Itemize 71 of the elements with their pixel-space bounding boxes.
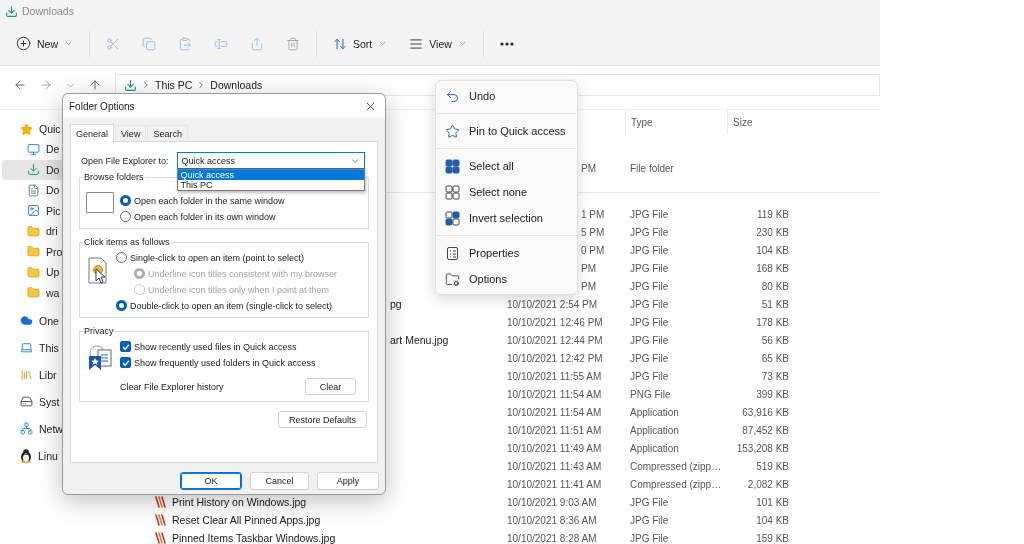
date-modified: 10/10/2021 11:54 AM: [507, 406, 602, 418]
file-type: JPG File: [630, 514, 669, 526]
file-size: 51 KB: [761, 298, 789, 310]
file-type: File folder: [630, 162, 674, 174]
file-type: JPG File: [630, 262, 669, 274]
date-modified: 10/10/2021 12:42 PM: [507, 352, 603, 364]
date-modified: 10/10/2021 11:41 AM: [507, 478, 602, 490]
file-type: JPG File: [630, 532, 669, 544]
file-type: Application: [630, 442, 679, 454]
file-name: pg: [390, 298, 402, 310]
file-size: 178 KB: [756, 316, 789, 328]
date-modified: 10/10/2021 11:43 AM: [507, 460, 602, 472]
file-type: JPG File: [630, 280, 669, 292]
field-label: Open File Explorer to:: [81, 155, 169, 166]
file-size: 168 KB: [756, 262, 789, 274]
date-modified: 10/10/2021 8:28 AM: [507, 532, 597, 544]
file-size: 63,916 KB: [742, 406, 789, 418]
file-name: Print History on Windows.jpg: [172, 496, 307, 508]
group-title: Privacy: [83, 326, 115, 336]
file-size: 87,452 KB: [742, 424, 789, 436]
group-title: Browse folders: [83, 172, 145, 182]
date-modified: 10/10/2021 9:03 AM: [507, 496, 597, 508]
file-type: PNG File: [630, 388, 671, 400]
file-type: JPG File: [630, 316, 669, 328]
date-modified: 10/10/2021 11:49 AM: [507, 442, 602, 454]
date-modified: PM: [581, 162, 596, 174]
date-modified: 10/10/2021 11:55 AM: [507, 370, 602, 382]
file-size: 153,208 KB: [736, 442, 789, 454]
file-size: 56 KB: [761, 334, 789, 346]
file-size: 230 KB: [756, 226, 789, 238]
date-modified: 10/10/2021 11:54 AM: [507, 388, 602, 400]
file-size: 519 KB: [756, 460, 789, 472]
date-modified: 10/10/2021 11:51 AM: [507, 424, 602, 436]
file-type: Application: [630, 406, 679, 418]
date-modified: 10/10/2021 12:44 PM: [507, 334, 603, 346]
date-modified: 10/10/2021 12:46 PM: [507, 316, 603, 328]
file-type: JPG File: [630, 352, 669, 364]
date-modified: PM: [581, 280, 596, 292]
window-title: Downloads: [22, 5, 74, 17]
file-size: 104 KB: [756, 514, 789, 526]
group-title: Click items as follows: [83, 237, 171, 247]
file-size: 101 KB: [756, 496, 789, 508]
file-type: JPG File: [630, 334, 669, 346]
date-modified: PM: [581, 262, 596, 274]
file-size: 399 KB: [756, 388, 789, 400]
file-type: Compressed (zipp…: [630, 460, 722, 472]
file-size: 80 KB: [761, 280, 789, 292]
file-size: 119 KB: [756, 208, 789, 220]
date-modified: 1 PM: [581, 208, 605, 220]
file-type: Application: [630, 424, 679, 436]
file-size: 2,082 KB: [747, 478, 789, 490]
file-size: 65 KB: [761, 352, 789, 364]
file-name: Pinned Items Taskbar Windows.jpg: [172, 532, 336, 544]
file-size: 73 KB: [761, 370, 789, 382]
file-type: JPG File: [630, 298, 669, 310]
file-type: JPG File: [630, 244, 669, 256]
date-modified: 0 PM: [581, 244, 605, 256]
file-type: JPG File: [630, 370, 669, 382]
file-type: JPG File: [630, 208, 669, 220]
date-modified: 5 PM: [581, 226, 605, 238]
file-name: art Menu.jpg: [390, 334, 449, 346]
file-type: Compressed (zipp…: [630, 478, 722, 490]
file-type: JPG File: [630, 226, 669, 238]
dialog-title: Folder Options: [69, 100, 135, 112]
file-size: 159 KB: [756, 532, 789, 544]
history-label: Clear File Explorer history: [120, 381, 224, 392]
file-name: Reset Clear All Pinned Apps.jpg: [172, 514, 321, 526]
file-type: JPG File: [630, 496, 669, 508]
file-size: 104 KB: [756, 244, 789, 256]
date-modified: 10/10/2021 2:54 PM: [507, 298, 598, 310]
date-modified: 10/10/2021 8:36 AM: [507, 514, 597, 526]
